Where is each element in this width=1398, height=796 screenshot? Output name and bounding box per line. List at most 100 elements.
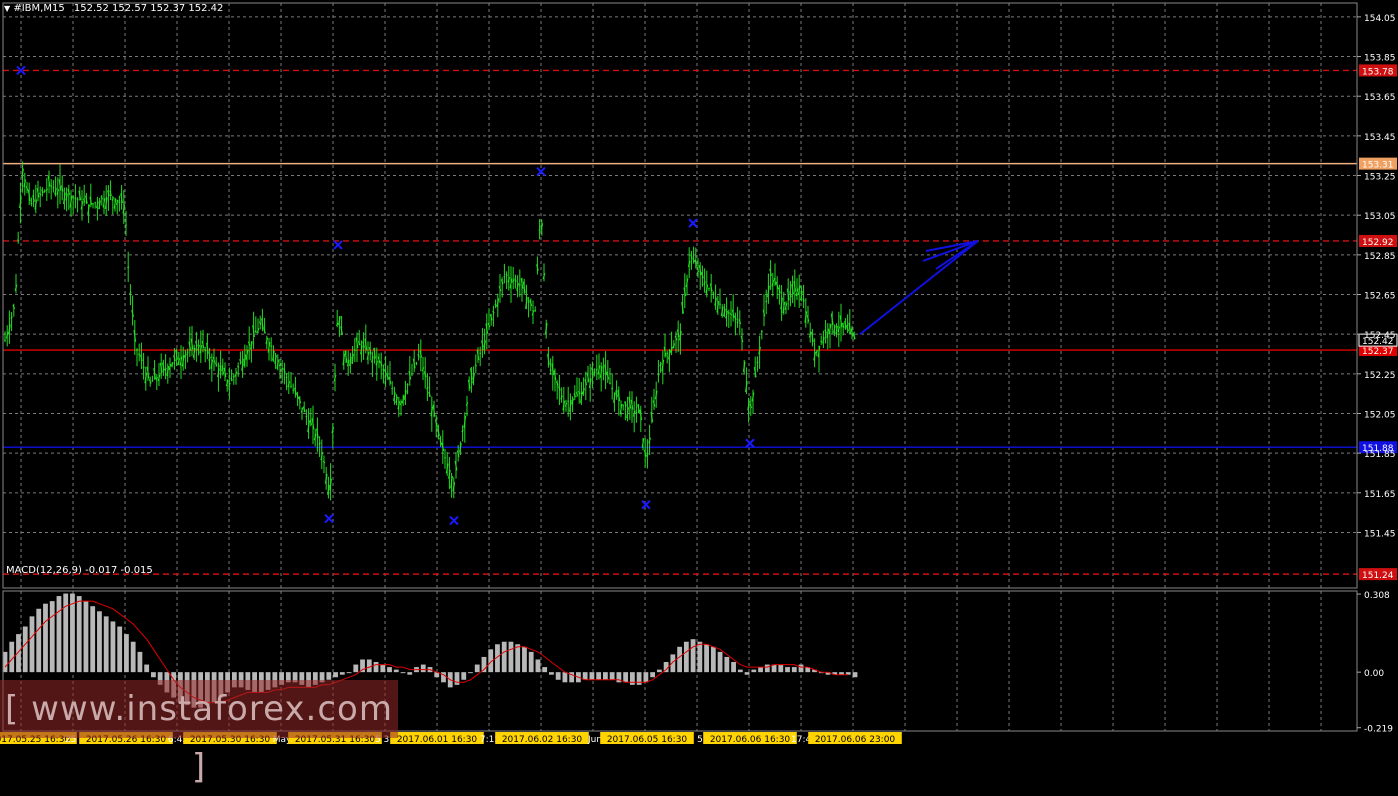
candle-body xyxy=(706,285,708,294)
grid-lines xyxy=(3,3,1357,731)
candle-body xyxy=(743,362,745,372)
candle-body xyxy=(134,330,136,342)
candle-body xyxy=(281,368,283,369)
candle-body xyxy=(523,282,525,293)
candle-body xyxy=(86,196,88,204)
candle-body xyxy=(754,367,756,377)
time-axis-label: Jun xyxy=(587,735,602,745)
macd-histogram-bar xyxy=(745,672,750,675)
chart-window[interactable]: 153.78153.31152.92152.37151.88151.24152.… xyxy=(0,0,1398,749)
candle-body xyxy=(141,355,143,361)
candle-body xyxy=(785,303,787,310)
candle-body xyxy=(174,355,176,361)
candle-body xyxy=(572,399,574,405)
candle-body xyxy=(682,302,684,313)
candle-body xyxy=(724,309,726,316)
candle-body xyxy=(380,361,382,366)
chart-canvas[interactable]: 153.78153.31152.92152.37151.88151.24152.… xyxy=(0,0,1398,749)
candle-body xyxy=(365,339,367,350)
macd-histogram-bar xyxy=(138,652,143,672)
candle-body xyxy=(471,368,473,379)
candle-body xyxy=(46,189,48,191)
candle-body xyxy=(33,195,35,201)
dropdown-triangle-icon[interactable]: ▼ xyxy=(4,4,10,13)
candle-body xyxy=(405,390,407,400)
candle-body xyxy=(42,189,44,193)
candle-body xyxy=(805,311,807,322)
candle-body xyxy=(834,325,836,332)
candle-body xyxy=(781,298,783,310)
price-tick-label: 152.45 xyxy=(1364,331,1396,341)
candle-body xyxy=(482,341,484,347)
macd-histogram-bar xyxy=(738,670,743,673)
candle-body xyxy=(669,350,671,359)
candle-body xyxy=(510,279,512,289)
candle-body xyxy=(185,354,187,358)
candle-body xyxy=(31,203,33,204)
candle-body xyxy=(290,386,292,387)
macd-tick-label: 0.308 xyxy=(1364,591,1390,601)
candle-body xyxy=(477,350,479,360)
candle-body xyxy=(112,197,114,200)
macd-histogram-bar xyxy=(853,672,858,677)
candle-body xyxy=(121,193,123,203)
macd-histogram-bar xyxy=(596,672,601,680)
macd-histogram-bar xyxy=(590,672,595,680)
candle-body xyxy=(237,366,239,368)
candle-body xyxy=(508,277,510,282)
candle-body xyxy=(235,372,237,377)
candle-body xyxy=(521,278,523,288)
candle-body xyxy=(400,401,402,405)
candle-body xyxy=(372,356,374,362)
candle-body xyxy=(138,354,140,355)
candle-body xyxy=(838,327,840,332)
candle-body xyxy=(812,332,814,342)
candle-body xyxy=(59,179,61,190)
candle-body xyxy=(39,193,41,195)
candle-body xyxy=(427,387,429,389)
candle-body xyxy=(435,419,437,426)
candle-body xyxy=(246,350,248,360)
candle-body xyxy=(847,325,849,331)
candle-body xyxy=(114,199,116,209)
candle-body xyxy=(196,341,198,346)
candle-body xyxy=(537,264,539,270)
candle-body xyxy=(640,410,642,420)
macd-histogram-bar xyxy=(758,667,763,672)
candle-body xyxy=(570,400,572,412)
candle-body xyxy=(391,388,393,389)
candle-body xyxy=(647,453,649,457)
candle-body xyxy=(363,342,365,348)
candle-body xyxy=(383,369,385,370)
macd-histogram-bar xyxy=(326,672,331,680)
candle-body xyxy=(9,324,11,334)
macd-histogram-bar xyxy=(502,642,507,672)
candle-body xyxy=(545,323,547,334)
candle-body xyxy=(831,314,833,325)
candle-body xyxy=(218,368,220,377)
macd-histogram-bar xyxy=(151,672,156,677)
candle-body xyxy=(853,333,855,340)
macd-histogram-bar xyxy=(536,659,541,672)
candle-body xyxy=(695,260,697,267)
candle-body xyxy=(257,328,259,333)
candle-body xyxy=(554,370,556,380)
candle-body xyxy=(83,199,85,203)
candle-body xyxy=(376,361,378,365)
macd-histogram-bar xyxy=(785,667,790,672)
candle-body xyxy=(431,407,433,417)
candle-body xyxy=(209,357,211,361)
candle-body xyxy=(116,200,118,205)
candle-body xyxy=(750,404,752,408)
candle-body xyxy=(262,318,264,329)
macd-histogram-bar xyxy=(50,601,55,672)
candle-body xyxy=(270,346,272,347)
candle-body xyxy=(548,354,550,365)
price-tick-label: 154.05 xyxy=(1364,14,1396,24)
macd-histogram-bar xyxy=(97,611,102,672)
candle-body xyxy=(207,343,209,354)
candle-body xyxy=(704,282,706,285)
candle-body xyxy=(574,393,576,397)
price-candles xyxy=(4,162,855,501)
candle-body xyxy=(402,396,404,404)
